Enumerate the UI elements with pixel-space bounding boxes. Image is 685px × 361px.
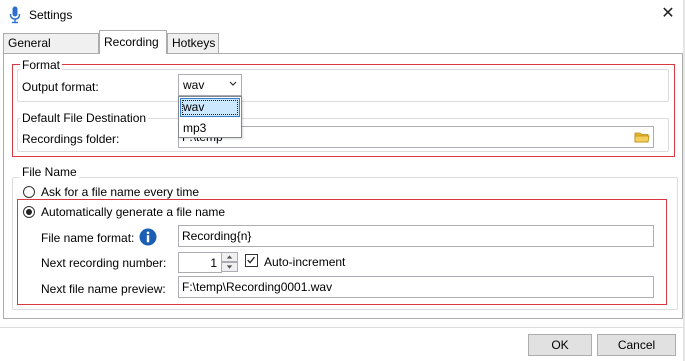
output-format-selected: wav — [183, 78, 205, 92]
radio-ask-filename[interactable] — [23, 186, 35, 198]
ok-button[interactable]: OK — [528, 334, 592, 356]
spin-up-icon — [226, 255, 233, 259]
format-option-wav[interactable]: wav — [180, 98, 240, 117]
recordings-folder-field[interactable]: F:\temp — [178, 126, 654, 148]
tab-recording[interactable]: Recording — [99, 30, 167, 54]
spin-up-button[interactable] — [221, 252, 238, 262]
output-format-list: wav mp3 — [178, 96, 242, 138]
format-option-mp3[interactable]: mp3 — [180, 119, 240, 138]
folder-icon[interactable] — [634, 130, 650, 144]
radio-ask-filename-label[interactable]: Ask for a file name every time — [41, 185, 199, 199]
chevron-down-icon[interactable] — [228, 78, 238, 90]
next-recording-number-label: Next recording number: — [41, 256, 167, 270]
format-groupbox — [17, 69, 669, 102]
recordings-folder-label: Recordings folder: — [22, 132, 120, 146]
next-file-name-preview-field: F:\temp\Recording0001.wav — [178, 276, 654, 298]
checkmark-icon — [247, 256, 255, 264]
next-recording-number-field[interactable]: 1 — [178, 252, 222, 273]
cancel-button[interactable]: Cancel — [597, 334, 676, 356]
microphone-icon — [9, 6, 21, 24]
title-bar — [0, 0, 685, 30]
spin-down-icon — [226, 265, 233, 269]
filename-group-title: File Name — [20, 165, 79, 179]
next-file-name-preview-label: Next file name preview: — [41, 282, 166, 296]
tab-hotkeys[interactable]: Hotkeys — [167, 33, 219, 53]
output-format-label: Output format: — [22, 80, 99, 94]
info-icon[interactable] — [139, 228, 157, 246]
file-name-format-label: File name format: — [41, 231, 135, 245]
file-name-format-field[interactable]: Recording{n} — [178, 225, 654, 247]
radio-auto-filename[interactable] — [23, 206, 35, 218]
tab-general-settings[interactable]: General Settings — [3, 33, 99, 68]
auto-increment-checkbox[interactable] — [245, 254, 258, 267]
format-group-title: Format — [20, 58, 63, 72]
window-title: Settings — [29, 8, 73, 22]
close-icon[interactable]: ✕ — [658, 4, 678, 24]
auto-increment-label[interactable]: Auto-increment — [264, 255, 345, 269]
footer-separator — [0, 327, 685, 328]
destination-group-title: Default File Destination — [20, 111, 149, 125]
spin-down-button[interactable] — [221, 262, 238, 272]
radio-auto-filename-label[interactable]: Automatically generate a file name — [41, 205, 225, 219]
